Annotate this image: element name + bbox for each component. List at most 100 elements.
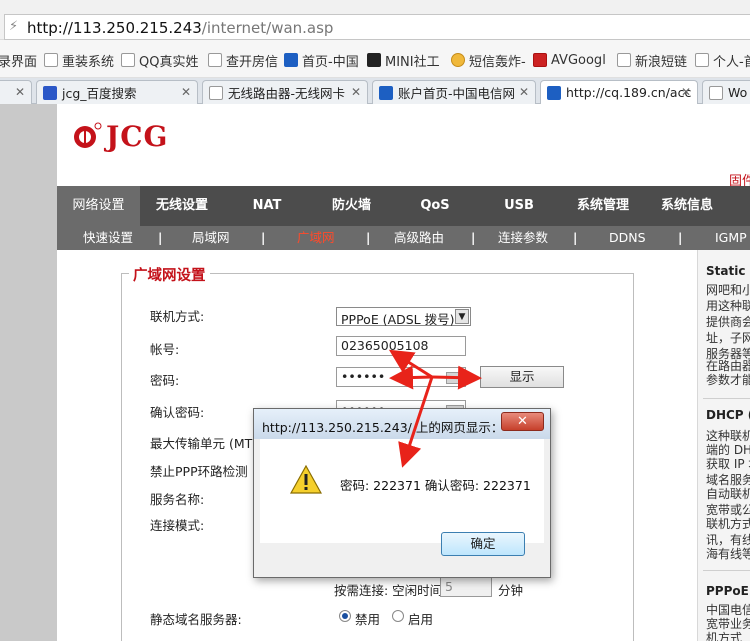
nav-system-info[interactable]: 系统信息	[645, 186, 729, 226]
account-input[interactable]: 02365005108	[336, 336, 466, 356]
tab-label: jcg_百度搜索	[62, 86, 137, 101]
site-icon	[547, 85, 561, 100]
help-line: 址，子网	[706, 331, 750, 345]
subnav-igmp[interactable]: IGMP	[715, 226, 747, 250]
disable-ppp-loop-label: 禁止PPP环路检测	[150, 464, 248, 479]
help-divider	[703, 398, 750, 399]
subnav-separator: |	[158, 231, 163, 245]
page-icon	[209, 85, 223, 100]
tab-label: 账户首页-中国电信网	[398, 86, 516, 101]
browser-tab[interactable]: 无线路由器-无线网卡 ✕	[202, 80, 368, 104]
dialog-message: 密码: 222371 确认密码: 222371	[340, 478, 531, 493]
browser-tab[interactable]: ✕	[0, 80, 32, 104]
tab-label: 无线路由器-无线网卡	[228, 86, 346, 101]
connection-type-select[interactable]: PPPoE (ADSL 拨号) ▼	[336, 307, 471, 327]
bookmark-item[interactable]: 重装系统	[44, 51, 115, 70]
subnav-separator: |	[573, 231, 578, 245]
bookmark-label: 新浪短链	[635, 54, 688, 70]
dialog-title-bar[interactable]: http://113.250.215.243/ 上的网页显示： ✕	[254, 409, 550, 439]
help-line: 提供商会	[706, 315, 750, 329]
site-icon	[379, 85, 393, 100]
wan-settings-legend: 广域网设置	[129, 264, 210, 285]
nav-network-settings[interactable]: 网络设置	[57, 186, 140, 226]
jcg-logo-icon	[74, 122, 102, 148]
close-icon[interactable]: ✕	[15, 85, 25, 99]
connection-type-label: 联机方式:	[150, 309, 205, 324]
help-line: 参数才能	[706, 373, 750, 387]
warning-icon	[290, 465, 322, 494]
ok-button[interactable]: 确定	[441, 532, 525, 556]
help-line: 获取 IP 地	[706, 457, 750, 471]
close-button[interactable]: ✕	[501, 412, 544, 431]
nav-firewall[interactable]: 防火墙	[310, 186, 393, 226]
dns-enable-radio[interactable]	[392, 610, 404, 622]
main-nav: 网络设置 无线设置 NAT 防火墙 QoS USB 系统管理 系统信息	[57, 186, 750, 226]
address-bar-area: ⚡ http://113.250.215.243/internet/wan.as…	[0, 0, 750, 40]
browser-tab[interactable]: Wo	[702, 80, 750, 104]
bookmarks-bar: 录界面 重装系统 QQ真实姓 查开房信 首页-中国 MINI社工 短信轰炸- A…	[0, 40, 750, 78]
password-label: 密码:	[150, 373, 180, 388]
on-demand-label: 按需连接: 空闲时间	[334, 583, 443, 598]
keyboard-icon[interactable]	[446, 372, 464, 384]
bookmark-label: 首页-中国	[302, 54, 359, 70]
nav-qos[interactable]: QoS	[393, 186, 477, 226]
bookmark-label: MINI社工	[385, 54, 440, 70]
bookmark-label: QQ真实姓	[139, 54, 199, 70]
page-icon	[695, 53, 709, 67]
dns-enable-label: 启用	[408, 612, 434, 627]
bookmark-item[interactable]: 查开房信	[208, 51, 279, 70]
subnav-wan[interactable]: 广域网	[297, 226, 335, 250]
bookmark-item[interactable]: 首页-中国	[284, 51, 359, 70]
page-icon	[709, 85, 723, 100]
site-icon	[451, 53, 465, 67]
help-line: 海有线等	[706, 547, 750, 561]
bookmark-item[interactable]: 新浪短链	[617, 51, 688, 70]
subnav-separator: |	[471, 231, 476, 245]
subnav-separator: |	[366, 231, 371, 245]
nav-nat[interactable]: NAT	[224, 186, 310, 226]
bookmark-label: 个人-首	[713, 54, 750, 70]
close-icon[interactable]: ✕	[519, 85, 529, 99]
tab-label: http://cq.189.cn/acc	[566, 85, 692, 100]
idle-time-input[interactable]: 5	[440, 577, 492, 597]
close-icon[interactable]: ✕	[681, 85, 691, 99]
brand-logo: JCG	[72, 118, 168, 154]
close-icon: ✕	[517, 414, 528, 429]
idle-unit-label: 分钟	[498, 583, 524, 598]
bookmark-item[interactable]: QQ真实姓	[121, 51, 199, 70]
page-icon	[44, 53, 58, 67]
close-icon[interactable]: ✕	[351, 85, 361, 99]
chevron-down-icon[interactable]: ▼	[455, 309, 469, 324]
subnav-separator: |	[261, 231, 266, 245]
browser-tab-active[interactable]: http://cq.189.cn/acc ✕	[540, 80, 698, 104]
bookmark-label: 重装系统	[62, 54, 115, 70]
page-info-icon[interactable]: ⚡	[9, 19, 21, 35]
bookmark-item[interactable]: 短信轰炸-	[451, 51, 526, 70]
site-icon	[367, 53, 381, 67]
dns-disable-radio[interactable]	[339, 610, 351, 622]
close-icon[interactable]: ✕	[181, 85, 191, 99]
bookmark-label: 查开房信	[226, 54, 279, 70]
baidu-paw-icon	[43, 85, 57, 100]
subnav-connection-params[interactable]: 连接参数	[498, 226, 548, 250]
nav-system-management[interactable]: 系统管理	[561, 186, 645, 226]
browser-tab[interactable]: 账户首页-中国电信网 ✕	[372, 80, 536, 104]
bookmark-item[interactable]: 录界面	[0, 51, 37, 70]
password-mask: ••••••	[341, 369, 386, 384]
bookmark-item[interactable]: 个人-首	[695, 51, 750, 70]
bookmark-item[interactable]: AVGoogl	[533, 51, 606, 69]
confirm-password-label: 确认密码:	[150, 405, 205, 420]
address-input[interactable]: ⚡ http://113.250.215.243/internet/wan.as…	[4, 14, 750, 40]
subnav-advanced-routing[interactable]: 高级路由	[394, 226, 444, 250]
logo-text: JCG	[106, 119, 169, 153]
subnav-quick-setup[interactable]: 快速设置	[83, 226, 133, 250]
nav-wireless[interactable]: 无线设置	[140, 186, 224, 226]
address-host: http://113.250.215.243	[27, 19, 202, 37]
subnav-ddns[interactable]: DDNS	[609, 226, 646, 250]
bookmark-item[interactable]: MINI社工	[367, 51, 440, 70]
subnav-lan[interactable]: 局域网	[192, 226, 230, 250]
browser-tab[interactable]: jcg_百度搜索 ✕	[36, 80, 198, 104]
show-password-button[interactable]: 显示	[480, 366, 564, 388]
help-static-title: Static (	[706, 264, 750, 278]
nav-usb[interactable]: USB	[477, 186, 561, 226]
